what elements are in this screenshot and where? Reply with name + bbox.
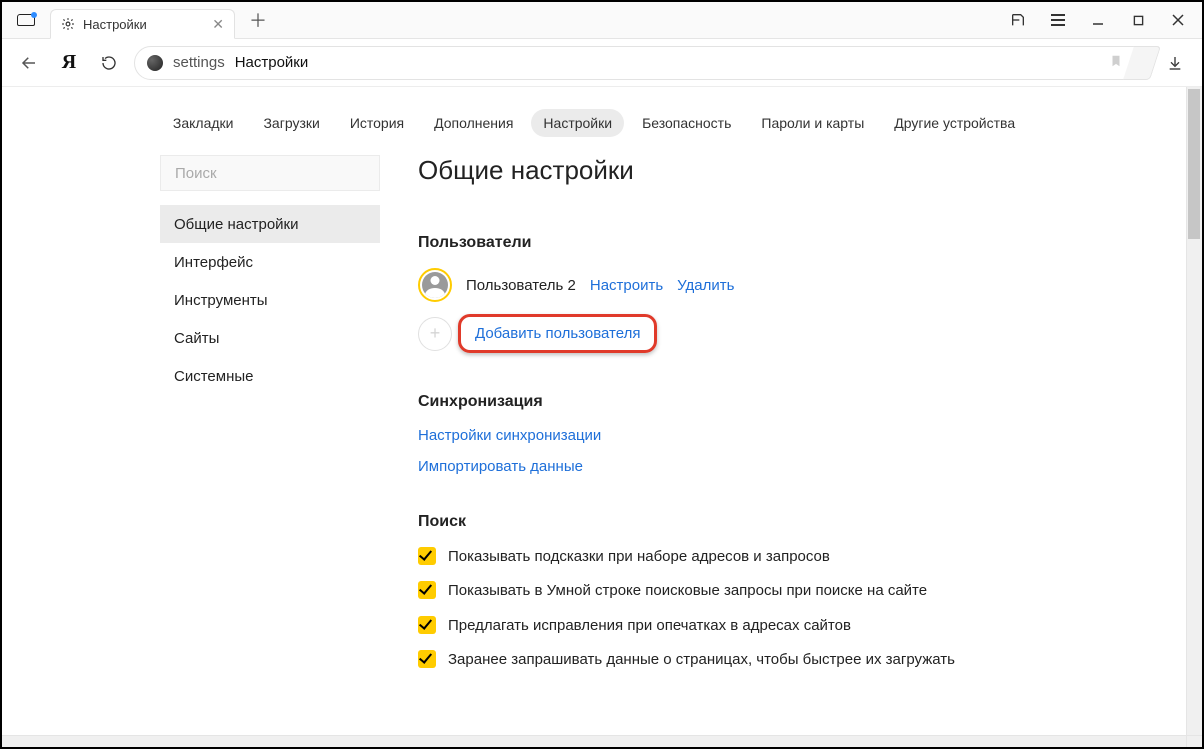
bookmarks-panel-button[interactable]	[998, 6, 1038, 34]
nav-back-button[interactable]	[14, 48, 44, 78]
search-option-row[interactable]: Показывать в Умной строке поисковые запр…	[418, 581, 1056, 601]
settings-main: Общие настройки Пользователи Пользовател…	[416, 155, 1056, 708]
topnav-passwords[interactable]: Пароли и карты	[749, 109, 876, 137]
bookmark-icon[interactable]	[1109, 53, 1123, 72]
scrollbar-thumb[interactable]	[1188, 89, 1200, 239]
add-user-row: + Добавить пользователя	[418, 314, 1056, 353]
checkbox-checked-icon[interactable]	[418, 650, 436, 668]
checkbox-checked-icon[interactable]	[418, 581, 436, 599]
omnibox[interactable]: settings Настройки	[134, 46, 1150, 80]
browser-tab[interactable]: Настройки ✕	[50, 9, 235, 39]
browser-menu-button[interactable]	[1038, 6, 1078, 34]
search-heading: Поиск	[418, 513, 1056, 531]
user-name: Пользователь 2	[466, 277, 576, 294]
yandex-home-button[interactable]: Я	[54, 48, 84, 78]
search-option-row[interactable]: Показывать подсказки при наборе адресов …	[418, 547, 1056, 567]
user-delete-link[interactable]: Удалить	[677, 277, 734, 294]
address-host: settings	[173, 54, 225, 71]
sync-settings-link[interactable]: Настройки синхронизации	[418, 427, 1056, 444]
browser-titlebar: Настройки ✕ ＋	[2, 2, 1202, 39]
sidebar-item-general[interactable]: Общие настройки	[160, 205, 380, 243]
topnav-history[interactable]: История	[338, 109, 416, 137]
window-minimize-button[interactable]	[1078, 6, 1118, 34]
user-configure-link[interactable]: Настроить	[590, 277, 663, 294]
topnav-devices[interactable]: Другие устройства	[882, 109, 1027, 137]
section-search: Поиск Показывать подсказки при наборе ад…	[418, 513, 1056, 670]
section-users: Пользователи Пользователь 2 Настроить Уд…	[418, 234, 1056, 353]
topnav-settings[interactable]: Настройки	[531, 109, 624, 137]
scrollbar-vertical[interactable]	[1186, 87, 1202, 735]
site-favicon	[147, 55, 163, 71]
address-page: Настройки	[235, 54, 309, 71]
gear-icon	[61, 17, 75, 31]
avatar-icon	[422, 272, 448, 298]
sync-heading: Синхронизация	[418, 393, 1056, 411]
downloads-button[interactable]	[1160, 48, 1190, 78]
page-title: Общие настройки	[418, 155, 1056, 186]
import-data-link[interactable]: Импортировать данные	[418, 458, 1056, 475]
user-row: Пользователь 2 Настроить Удалить	[418, 268, 1056, 302]
checkbox-checked-icon[interactable]	[418, 616, 436, 634]
page-viewport: Закладки Загрузки История Дополнения Нас…	[2, 87, 1202, 747]
search-option-row[interactable]: Предлагать исправления при опечатках в а…	[418, 616, 1056, 636]
scrollbar-corner	[1186, 735, 1202, 747]
device-icon	[17, 14, 35, 26]
settings-sidebar: Поиск Общие настройки Интерфейс Инструме…	[160, 155, 380, 708]
add-user-link[interactable]: Добавить пользователя	[475, 325, 640, 342]
sidebar-toggle-button[interactable]	[12, 6, 40, 34]
users-heading: Пользователи	[418, 234, 1056, 252]
checkbox-checked-icon[interactable]	[418, 547, 436, 565]
new-tab-button[interactable]: ＋	[245, 7, 271, 33]
tab-close-button[interactable]: ✕	[210, 16, 226, 33]
sidebar-item-tools[interactable]: Инструменты	[160, 281, 380, 319]
plus-icon: +	[418, 317, 452, 351]
sidebar-item-sites[interactable]: Сайты	[160, 319, 380, 357]
section-sync: Синхронизация Настройки синхронизации Им…	[418, 393, 1056, 475]
reload-button[interactable]	[94, 48, 124, 78]
sidebar-item-interface[interactable]: Интерфейс	[160, 243, 380, 281]
address-bar: Я settings Настройки	[2, 39, 1202, 87]
add-user-callout: Добавить пользователя	[458, 314, 657, 353]
avatar	[418, 268, 452, 302]
search-option-label: Показывать подсказки при наборе адресов …	[448, 547, 830, 567]
settings-top-nav: Закладки Загрузки История Дополнения Нас…	[2, 87, 1186, 155]
search-option-row[interactable]: Заранее запрашивать данные о страницах, …	[418, 650, 1056, 670]
settings-search-input[interactable]: Поиск	[160, 155, 380, 191]
topnav-security[interactable]: Безопасность	[630, 109, 743, 137]
topnav-bookmarks[interactable]: Закладки	[161, 109, 246, 137]
search-placeholder: Поиск	[175, 165, 217, 182]
topnav-downloads[interactable]: Загрузки	[251, 109, 331, 137]
search-option-label: Показывать в Умной строке поисковые запр…	[448, 581, 927, 601]
tab-title: Настройки	[83, 17, 202, 32]
window-close-button[interactable]	[1158, 6, 1198, 34]
window-maximize-button[interactable]	[1118, 6, 1158, 34]
search-option-label: Заранее запрашивать данные о страницах, …	[448, 650, 955, 670]
scrollbar-horizontal[interactable]	[2, 735, 1186, 747]
topnav-extensions[interactable]: Дополнения	[422, 109, 525, 137]
search-option-label: Предлагать исправления при опечатках в а…	[448, 616, 851, 636]
sidebar-item-system[interactable]: Системные	[160, 357, 380, 395]
